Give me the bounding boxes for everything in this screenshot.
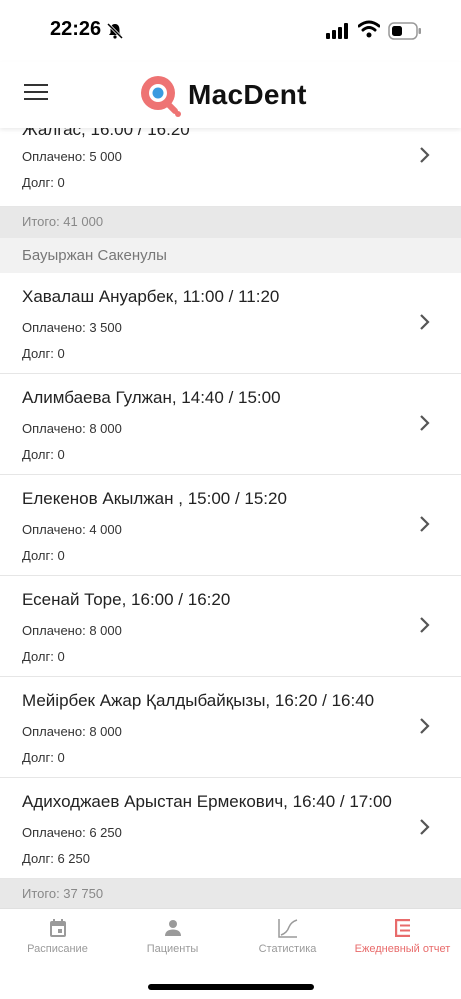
menu-icon[interactable] (24, 84, 48, 104)
paid-amount: Оплачено: 8 000 (22, 623, 122, 638)
paid-amount: Оплачено: 8 000 (22, 724, 122, 739)
patient-name: Алимбаева Гулжан, 14:40 / 15:00 (22, 388, 281, 407)
report-icon (394, 919, 410, 937)
chevron-right-icon (420, 147, 430, 163)
tab-label: Пациенты (146, 943, 199, 955)
total-label: Итого: 41 000 (22, 214, 104, 229)
patient-name: Хавалаш Ануарбек, 11:00 / 11:20 (22, 287, 280, 306)
chevron-right-icon (420, 415, 430, 431)
total-row: Итого: 41 000 (0, 207, 461, 238)
status-time: 22:26 (50, 18, 102, 40)
debt-amount: Долг: 0 (22, 750, 65, 765)
patient-name: Жалгас, 16:00 / 16:20 (22, 128, 190, 139)
patient-name: Мейірбек Ажар Қалдыбайқызы, 16:20 / 16:4… (22, 691, 375, 710)
chevron-right-icon (420, 314, 430, 330)
patient-name: Есенай Торе, 16:00 / 16:20 (22, 590, 231, 609)
person-icon (164, 920, 181, 936)
tab-label: Ежедневный отчет (354, 943, 451, 955)
chevron-right-icon (420, 516, 430, 532)
total-label: Итого: 37 750 (22, 886, 104, 901)
paid-amount: Оплачено: 3 500 (22, 320, 122, 335)
tab-daily-report[interactable]: Ежедневный отчет (345, 909, 460, 963)
patient-name: Адиходжаев Арыстан Ермекович, 16:40 / 17… (22, 792, 392, 811)
chevron-right-icon (420, 617, 430, 633)
total-row: Итого: 37 750 (0, 879, 461, 908)
home-indicator[interactable] (148, 984, 314, 990)
list-item[interactable]: Алимбаева Гулжан, 14:40 / 15:00 Оплачено… (0, 374, 461, 475)
patient-name: Елекенов Акылжан , 15:00 / 15:20 (22, 489, 287, 508)
wifi-icon (358, 20, 380, 38)
tab-statistics[interactable]: Статистика (230, 909, 345, 963)
bell-off-icon (106, 22, 124, 40)
list-item[interactable]: Адиходжаев Арыстан Ермекович, 16:40 / 17… (0, 778, 461, 879)
status-bar: 22:26 (0, 0, 461, 62)
list-item[interactable]: Есенай Торе, 16:00 / 16:20 Оплачено: 8 0… (0, 576, 461, 677)
tab-label: Расписание (27, 943, 88, 955)
tab-schedule[interactable]: Расписание (0, 909, 115, 963)
doctor-header: Бауыржан Сакенулы (0, 238, 461, 273)
debt-amount: Долг: 0 (22, 175, 65, 190)
daily-report-list: Жалгас, 16:00 / 16:20 Оплачено: 5 000 До… (0, 128, 461, 908)
chevron-right-icon (420, 718, 430, 734)
battery-icon (388, 22, 421, 40)
paid-amount: Оплачено: 8 000 (22, 421, 122, 436)
doctor-name: Бауыржан Сакенулы (22, 247, 167, 264)
debt-amount: Долг: 6 250 (22, 851, 90, 866)
chevron-right-icon (420, 819, 430, 835)
debt-amount: Долг: 0 (22, 649, 65, 664)
list-item[interactable]: Елекенов Акылжан , 15:00 / 15:20 Оплачен… (0, 475, 461, 576)
list-item[interactable]: Жалгас, 16:00 / 16:20 Оплачено: 5 000 До… (0, 128, 461, 207)
list-item[interactable]: Хавалаш Ануарбек, 11:00 / 11:20 Оплачено… (0, 273, 461, 374)
chart-icon (277, 919, 297, 938)
brand-name: MacDent (188, 79, 307, 110)
tab-patients[interactable]: Пациенты (115, 909, 230, 963)
logo-icon (141, 76, 181, 117)
paid-amount: Оплачено: 5 000 (22, 149, 122, 164)
list-item[interactable]: Мейірбек Ажар Қалдыбайқызы, 16:20 / 16:4… (0, 677, 461, 778)
paid-amount: Оплачено: 6 250 (22, 825, 122, 840)
tab-label: Статистика (258, 943, 317, 955)
debt-amount: Долг: 0 (22, 447, 65, 462)
debt-amount: Долг: 0 (22, 346, 65, 361)
signal-icon (326, 23, 348, 39)
app-header: MacDent (0, 62, 461, 128)
debt-amount: Долг: 0 (22, 548, 65, 563)
bottom-navigation: Расписание Пациенты Статистика Ежедневны… (0, 908, 461, 963)
calendar-icon (49, 919, 66, 937)
paid-amount: Оплачено: 4 000 (22, 522, 122, 537)
